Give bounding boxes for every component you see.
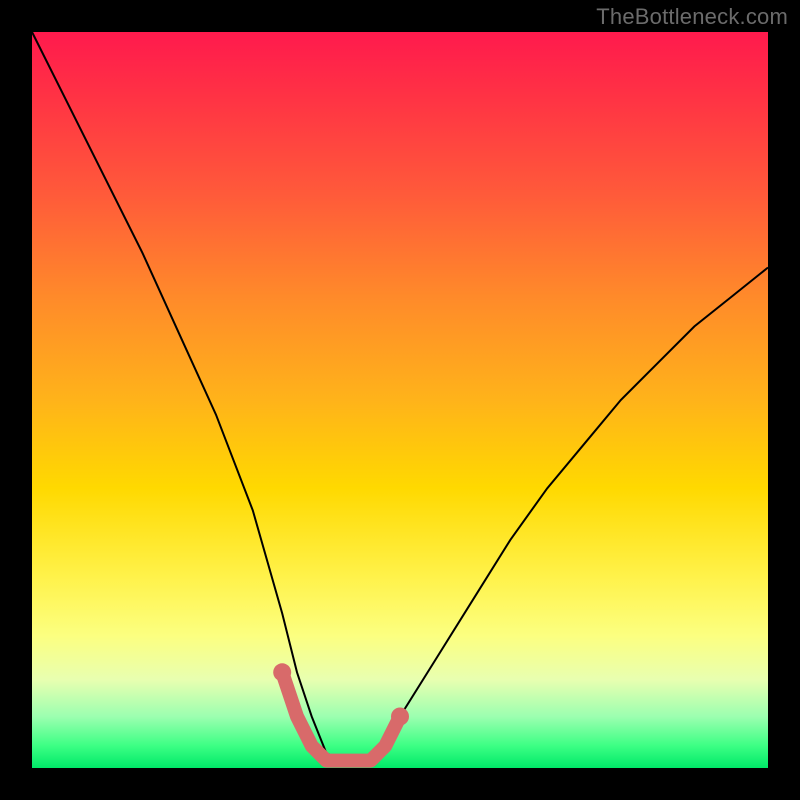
chart-frame: TheBottleneck.com [0, 0, 800, 800]
optimal-range-overlay [282, 672, 400, 760]
optimal-endpoint-dot [273, 663, 291, 681]
plot-area [32, 32, 768, 768]
bottleneck-curve [32, 32, 768, 761]
optimal-endpoint-dot [391, 708, 409, 726]
curve-layer [32, 32, 768, 768]
watermark-text: TheBottleneck.com [596, 4, 788, 30]
